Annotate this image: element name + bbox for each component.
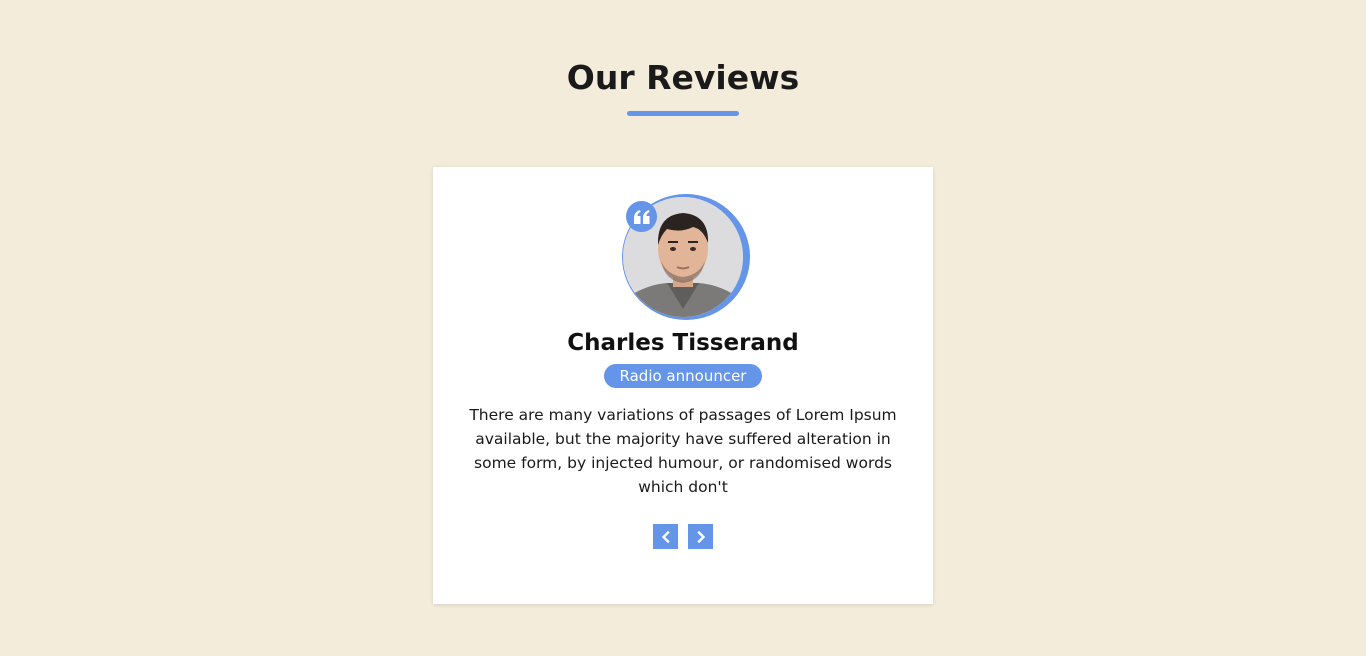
quote-left-icon [626,201,657,232]
review-text: There are many variations of passages of… [469,406,897,496]
chevron-right-icon [696,530,705,543]
chevron-left-icon [661,530,670,543]
reviews-page: Our Reviews Charles Tisserand Radio anno… [0,0,1366,656]
section-title: Our Reviews [566,58,800,97]
review-card: Charles Tisserand Radio announcer There … [433,167,933,604]
title-underline [627,111,739,116]
reviewer-role-wrap: Radio announcer [433,364,933,388]
previous-review-button[interactable] [653,524,678,549]
reviewer-name: Charles Tisserand [567,330,799,356]
reviewer-role-badge: Radio announcer [603,364,763,388]
next-review-button[interactable] [688,524,713,549]
